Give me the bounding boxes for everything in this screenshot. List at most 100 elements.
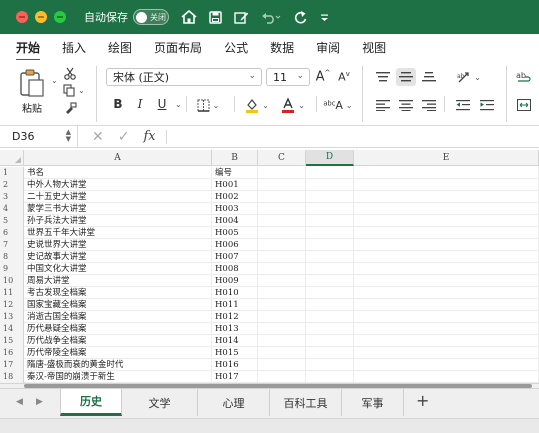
cell-e[interactable] bbox=[354, 311, 539, 323]
row-header[interactable]: 2 bbox=[0, 179, 24, 191]
cell-e[interactable] bbox=[354, 263, 539, 275]
redo-icon[interactable] bbox=[293, 10, 308, 24]
cell-a[interactable]: 考古发现全档案 bbox=[24, 287, 212, 299]
cell-e[interactable] bbox=[354, 335, 539, 347]
save-icon[interactable] bbox=[209, 10, 222, 24]
cell-d[interactable] bbox=[306, 263, 354, 275]
align-middle-button[interactable] bbox=[396, 68, 416, 86]
cell-a[interactable]: 中国文化大讲堂 bbox=[24, 263, 212, 275]
paste-button[interactable] bbox=[18, 68, 46, 101]
cell-c[interactable] bbox=[258, 275, 306, 287]
edit-icon[interactable] bbox=[234, 11, 249, 24]
row-header[interactable]: 13 bbox=[0, 311, 24, 323]
font-color-dropdown-icon[interactable]: ⌄ bbox=[298, 101, 305, 110]
row-header[interactable]: 8 bbox=[0, 251, 24, 263]
row-header[interactable]: 7 bbox=[0, 239, 24, 251]
cell-d[interactable] bbox=[306, 359, 354, 371]
cell-c[interactable] bbox=[258, 347, 306, 359]
cell-b[interactable]: H014 bbox=[212, 335, 258, 347]
cell-c[interactable] bbox=[258, 251, 306, 263]
underline-dropdown-icon[interactable]: ⌄ bbox=[175, 100, 182, 109]
cell-e[interactable] bbox=[354, 371, 539, 383]
cell-b[interactable]: H003 bbox=[212, 203, 258, 215]
column-header-e[interactable]: E bbox=[354, 150, 539, 166]
cell-a[interactable]: 史说世界大讲堂 bbox=[24, 239, 212, 251]
cell-b[interactable]: H015 bbox=[212, 347, 258, 359]
fill-color-dropdown-icon[interactable]: ⌄ bbox=[262, 101, 269, 110]
cell-d[interactable] bbox=[306, 311, 354, 323]
row-header[interactable]: 3 bbox=[0, 191, 24, 203]
cell-d[interactable] bbox=[306, 167, 354, 179]
row-header[interactable]: 6 bbox=[0, 227, 24, 239]
fill-color-button[interactable]: ⌄ bbox=[244, 97, 270, 113]
name-box-stepper-icon[interactable]: ▲ ▼ bbox=[66, 128, 71, 143]
cell-d[interactable] bbox=[306, 191, 354, 203]
row-header[interactable]: 4 bbox=[0, 203, 24, 215]
cell-e[interactable] bbox=[354, 347, 539, 359]
cell-e[interactable] bbox=[354, 191, 539, 203]
cell-e[interactable] bbox=[354, 215, 539, 227]
sheet-tab-encyclopedia[interactable]: 百科工具 bbox=[270, 389, 342, 416]
cell-c[interactable] bbox=[258, 323, 306, 335]
cell-a[interactable]: 孙子兵法大讲堂 bbox=[24, 215, 212, 227]
cell-e[interactable] bbox=[354, 359, 539, 371]
cell-c[interactable] bbox=[258, 227, 306, 239]
cell-b[interactable]: H012 bbox=[212, 311, 258, 323]
cell-d[interactable] bbox=[306, 287, 354, 299]
cell-a[interactable]: 二十五史大讲堂 bbox=[24, 191, 212, 203]
column-header-c[interactable]: C bbox=[258, 150, 306, 166]
sheet-tab-military[interactable]: 军事 bbox=[342, 389, 404, 416]
orientation-dropdown-icon[interactable]: ⌄ bbox=[474, 73, 481, 82]
align-top-button[interactable] bbox=[374, 69, 392, 85]
cell-b[interactable]: H005 bbox=[212, 227, 258, 239]
cell-d[interactable] bbox=[306, 371, 354, 383]
cell-b[interactable]: H010 bbox=[212, 287, 258, 299]
align-bottom-button[interactable] bbox=[420, 69, 438, 85]
cell-a[interactable]: 隋唐-盛极而衰的黄金时代 bbox=[24, 359, 212, 371]
close-window-button[interactable] bbox=[16, 11, 28, 23]
tab-home[interactable]: 开始 bbox=[16, 39, 41, 61]
sheet-tab-literature[interactable]: 文学 bbox=[122, 389, 198, 416]
paste-dropdown-icon[interactable]: ⌄ bbox=[51, 76, 58, 85]
cell-e[interactable] bbox=[354, 167, 539, 179]
border-button[interactable]: ⌄ bbox=[196, 98, 220, 112]
cell-d[interactable] bbox=[306, 227, 354, 239]
italic-button[interactable]: I bbox=[134, 96, 146, 112]
increase-indent-button[interactable] bbox=[478, 98, 496, 112]
cell-b[interactable]: H009 bbox=[212, 275, 258, 287]
tab-review[interactable]: 审阅 bbox=[316, 39, 340, 56]
decrease-indent-button[interactable] bbox=[454, 98, 472, 112]
copy-dropdown-icon[interactable]: ⌄ bbox=[78, 86, 85, 95]
cell-c[interactable] bbox=[258, 287, 306, 299]
underline-button[interactable]: U bbox=[156, 96, 168, 112]
row-header[interactable]: 1 bbox=[0, 167, 24, 179]
cell-a[interactable]: 世界五千年大讲堂 bbox=[24, 227, 212, 239]
merge-button[interactable] bbox=[514, 98, 534, 112]
cell-d[interactable] bbox=[306, 335, 354, 347]
cell-c[interactable] bbox=[258, 335, 306, 347]
undo-icon[interactable] bbox=[261, 11, 281, 24]
row-header[interactable]: 11 bbox=[0, 287, 24, 299]
tab-data[interactable]: 数据 bbox=[270, 39, 294, 56]
cell-d[interactable] bbox=[306, 179, 354, 191]
format-painter-button[interactable] bbox=[62, 101, 78, 115]
column-header-b[interactable]: B bbox=[212, 150, 258, 166]
select-all-corner[interactable] bbox=[0, 150, 24, 166]
row-header[interactable]: 14 bbox=[0, 323, 24, 335]
phonetic-button[interactable]: abcA ⌄ bbox=[323, 97, 352, 113]
font-name-dropdown[interactable]: 宋体 (正文) ⌄ bbox=[106, 68, 262, 86]
cell-d[interactable] bbox=[306, 347, 354, 359]
cell-a[interactable]: 秦汉-帝国的崩溃于新生 bbox=[24, 371, 212, 383]
cell-e[interactable] bbox=[354, 275, 539, 287]
cell-e[interactable] bbox=[354, 299, 539, 311]
cell-e[interactable] bbox=[354, 239, 539, 251]
tab-view[interactable]: 视图 bbox=[362, 39, 386, 56]
cell-c[interactable] bbox=[258, 311, 306, 323]
add-sheet-button[interactable]: + bbox=[416, 391, 429, 410]
cell-b[interactable]: H008 bbox=[212, 263, 258, 275]
tab-formulas[interactable]: 公式 bbox=[224, 39, 248, 56]
bold-button[interactable]: B bbox=[112, 96, 124, 112]
autosave-toggle[interactable]: 关闭 bbox=[133, 9, 169, 25]
home-icon[interactable] bbox=[181, 10, 197, 24]
tab-insert[interactable]: 插入 bbox=[62, 39, 86, 56]
